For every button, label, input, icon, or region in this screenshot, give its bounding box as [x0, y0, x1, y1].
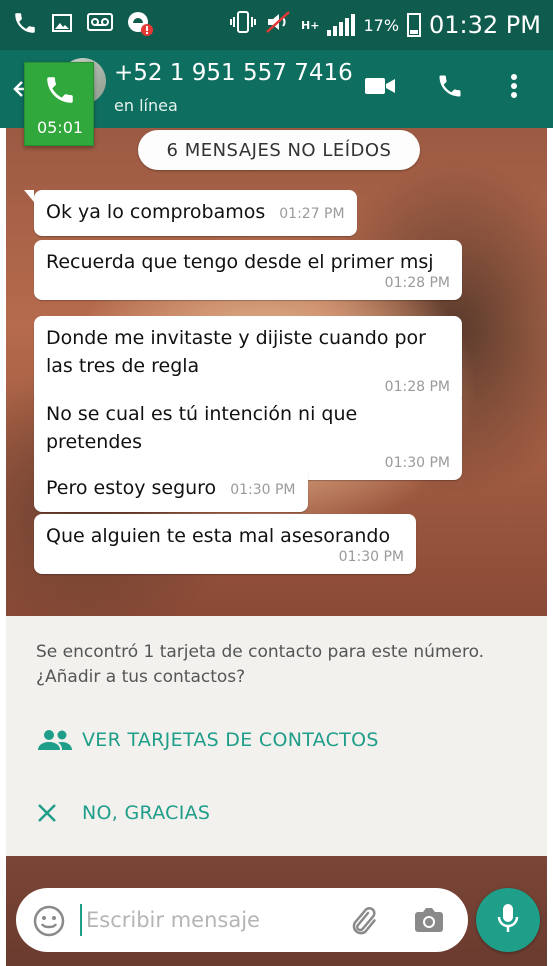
- message-bubble[interactable]: Ok ya lo comprobamos 01:27 PM: [24, 190, 357, 236]
- composer-bar: Escribir mensaje: [6, 856, 547, 966]
- network-type: H+: [301, 18, 320, 32]
- message-time: 01:27 PM: [279, 206, 345, 222]
- contact-card-prompt: Se encontró 1 tarjeta de contacto para e…: [6, 616, 547, 856]
- voicemail-icon: [86, 11, 114, 39]
- camera-icon[interactable]: [412, 904, 446, 940]
- message-time: 01:30 PM: [230, 482, 296, 498]
- message-bubble[interactable]: Donde me invitaste y dijiste cuando por …: [34, 316, 462, 404]
- mic-button[interactable]: [476, 888, 540, 952]
- mute-icon: [265, 9, 293, 41]
- input-placeholder: Escribir mensaje: [86, 908, 260, 932]
- message-list[interactable]: 6 MENSAJES NO LEÍDOS Ok ya lo comprobamo…: [6, 128, 547, 616]
- attach-icon[interactable]: [346, 904, 380, 942]
- contact-card-message: Se encontró 1 tarjeta de contacto para e…: [36, 642, 485, 687]
- message-text: Pero estoy seguro: [46, 477, 217, 499]
- battery-icon: [407, 13, 422, 37]
- phone-icon: [43, 73, 77, 111]
- dismiss-label: NO, GRACIAS: [82, 802, 211, 824]
- battery-percent: 17%: [363, 15, 400, 35]
- emoji-icon[interactable]: [32, 904, 66, 942]
- message-text: No se cual es tú intención ni que preten…: [46, 403, 358, 453]
- view-contact-cards-label: VER TARJETAS DE CONTACTOS: [82, 729, 379, 751]
- message-time: 01:28 PM: [384, 275, 450, 291]
- message-bubble[interactable]: Recuerda que tengo desde el primer msj 0…: [34, 240, 462, 300]
- message-time: 01:30 PM: [338, 549, 404, 565]
- message-text: Donde me invitaste y dijiste cuando por …: [46, 327, 426, 377]
- voice-call-button[interactable]: [432, 70, 468, 106]
- overflow-menu-button[interactable]: [496, 70, 532, 106]
- vibrate-icon: [229, 9, 257, 41]
- message-text: Recuerda que tengo desde el primer msj: [46, 251, 434, 273]
- message-input[interactable]: Escribir mensaje: [16, 888, 468, 952]
- mic-icon: [496, 902, 520, 938]
- voice-call-icon: [436, 72, 464, 104]
- message-text: Ok ya lo comprobamos: [46, 201, 266, 223]
- ongoing-call-badge[interactable]: 05:01: [24, 62, 94, 146]
- contacts-group-icon: [36, 728, 82, 752]
- unread-banner: 6 MENSAJES NO LEÍDOS: [138, 130, 420, 170]
- signal-icon: [327, 14, 356, 36]
- video-call-icon: [364, 75, 396, 101]
- text-cursor: [80, 904, 82, 936]
- message-bubble[interactable]: Pero estoy seguro 01:30 PM: [34, 466, 308, 512]
- message-text: Que alguien te esta mal asesorando: [46, 525, 391, 547]
- close-icon: [36, 802, 82, 824]
- dismiss-button[interactable]: NO, GRACIAS: [36, 802, 210, 824]
- status-bar: H+ 17% 01:32 PM: [0, 0, 553, 50]
- contact-status: en línea: [114, 96, 178, 115]
- view-contact-cards-button[interactable]: VER TARJETAS DE CONTACTOS: [36, 728, 379, 752]
- clock: 01:32 PM: [429, 11, 541, 39]
- video-call-button[interactable]: [362, 70, 398, 106]
- phone-icon: [12, 10, 38, 40]
- message-bubble[interactable]: Que alguien te esta mal asesorando 01:30…: [34, 514, 416, 574]
- call-timer: 05:01: [36, 118, 84, 137]
- alert-icon: [126, 9, 154, 41]
- overflow-menu-icon: [510, 73, 518, 103]
- gallery-icon: [50, 11, 74, 39]
- contact-name[interactable]: +52 1 951 557 7416: [114, 60, 353, 86]
